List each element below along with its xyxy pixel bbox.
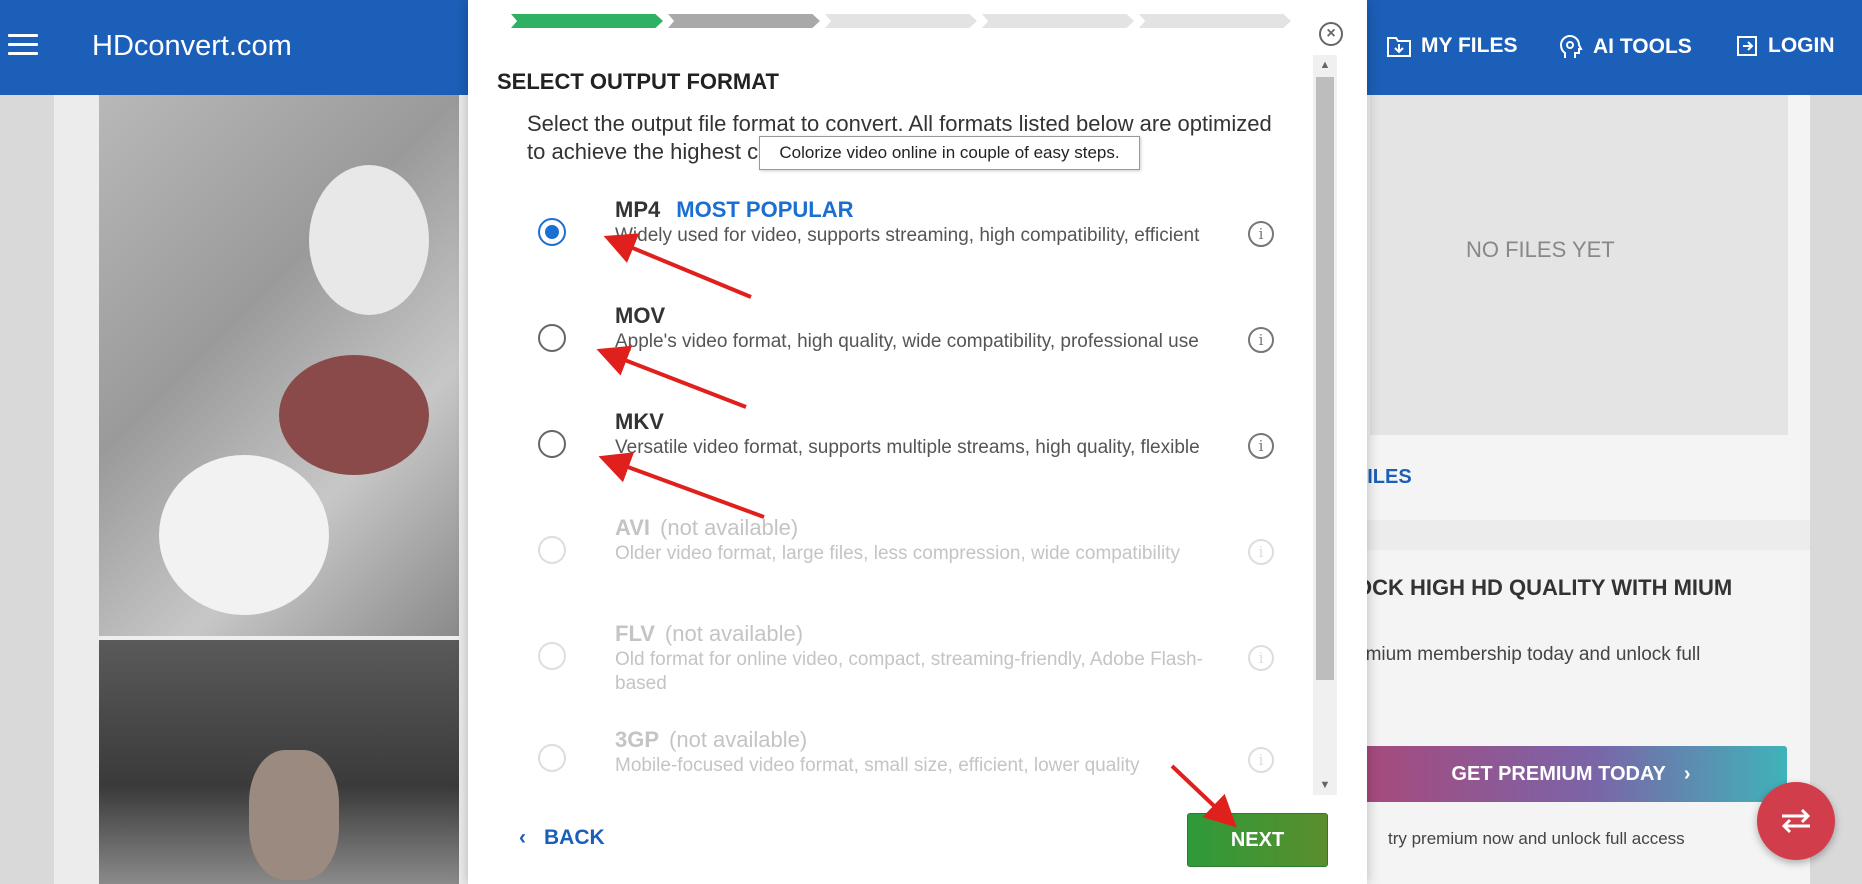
not-available-label: (not available): [664, 621, 804, 646]
progress-step-3: [825, 14, 977, 28]
progress-step-4: [982, 14, 1134, 28]
format-option-3gp: 3GP (not available) Mobile-focused video …: [468, 720, 1308, 810]
format-selection-modal: × SELECT OUTPUT FORMAT Select the output…: [468, 0, 1367, 884]
premium-note: try premium now and unlock full access: [1388, 829, 1685, 848]
nav-my-files-label: MY FILES: [1421, 34, 1518, 57]
progress-step-5: [1139, 14, 1291, 28]
get-premium-button[interactable]: GET PREMIUM TODAY ›: [1355, 746, 1787, 802]
nav-ai-tools-label: AI TOOLS: [1593, 35, 1692, 58]
scroll-down-arrow[interactable]: ▼: [1313, 775, 1337, 795]
info-icon[interactable]: i: [1248, 327, 1274, 353]
info-icon: i: [1248, 539, 1274, 565]
menu-icon[interactable]: [8, 34, 38, 56]
swap-arrows-icon: [1781, 808, 1811, 834]
premium-title: OCK HIGH HD QUALITY WITH MIUM: [1355, 575, 1733, 600]
most-popular-badge: MOST POPULAR: [676, 197, 854, 222]
format-name-mp4: MP4 MOST POPULAR: [615, 197, 854, 222]
no-files-label: NO FILES YET: [1466, 237, 1615, 262]
site-logo[interactable]: HDconvert.com: [92, 30, 292, 63]
format-list-scrollbar[interactable]: ▲ ▼: [1313, 55, 1337, 795]
get-premium-label: GET PREMIUM TODAY: [1451, 762, 1666, 785]
format-option-mkv[interactable]: MKV Versatile video format, supports mul…: [468, 402, 1308, 492]
format-name-mov: MOV: [615, 303, 666, 328]
format-radio-3gp: [538, 744, 566, 772]
format-option-flv: FLV (not available) Old format for online…: [468, 614, 1308, 704]
format-name-3gp: 3GP (not available): [615, 727, 808, 752]
tooltip: Colorize video online in couple of easy …: [759, 136, 1140, 170]
format-radio-mkv[interactable]: [538, 430, 566, 458]
format-radio-mov[interactable]: [538, 324, 566, 352]
not-available-label: (not available): [660, 515, 799, 540]
format-option-mp4[interactable]: MP4 MOST POPULAR Widely used for video, s…: [468, 190, 1308, 280]
format-radio-avi: [538, 536, 566, 564]
folder-download-icon: [1387, 37, 1411, 57]
step-progress: [511, 14, 1296, 28]
format-option-avi: AVI (not available) Older video format, l…: [468, 508, 1308, 598]
video-frame-scene: [99, 640, 459, 884]
back-button[interactable]: ‹ BACK: [519, 826, 605, 850]
format-radio-mp4[interactable]: [538, 218, 566, 246]
nav-login-label: LOGIN: [1768, 34, 1835, 57]
info-icon[interactable]: i: [1248, 221, 1274, 247]
premium-description: emium membership today and unlock full: [1355, 644, 1701, 665]
format-name-mkv: MKV: [615, 409, 664, 434]
files-dropzone: [1370, 95, 1788, 435]
login-icon: [1737, 36, 1757, 56]
close-icon[interactable]: ×: [1319, 22, 1343, 46]
nav-ai-tools[interactable]: AI TOOLS: [1558, 34, 1692, 60]
info-icon: i: [1248, 645, 1274, 671]
info-icon[interactable]: i: [1248, 433, 1274, 459]
format-desc-3gp: Mobile-focused video format, small size,…: [615, 755, 1140, 776]
progress-step-1: [511, 14, 663, 28]
format-desc-mkv: Versatile video format, supports multipl…: [615, 437, 1200, 458]
format-name-avi: AVI (not available): [615, 515, 799, 540]
info-icon: i: [1248, 747, 1274, 773]
ai-brain-icon: [1559, 35, 1583, 58]
format-desc-avi: Older video format, large files, less co…: [615, 543, 1180, 564]
chevron-right-icon: ›: [1683, 762, 1691, 785]
scroll-up-arrow[interactable]: ▲: [1313, 55, 1337, 75]
nav-login[interactable]: LOGIN: [1735, 34, 1835, 58]
format-name-flv: FLV (not available): [615, 621, 804, 646]
convert-fab-button[interactable]: [1757, 782, 1835, 860]
format-desc-mp4: Widely used for video, supports streamin…: [615, 225, 1200, 246]
next-button[interactable]: NEXT: [1187, 813, 1328, 867]
video-frame-cartoon: [99, 95, 459, 636]
progress-step-2: [668, 14, 820, 28]
format-desc-flv: Old format for online video, compact, st…: [615, 649, 1203, 694]
format-option-mov[interactable]: MOV Apple's video format, high quality, …: [468, 296, 1308, 386]
not-available-label: (not available): [669, 727, 808, 752]
chevron-left-icon: ‹: [519, 826, 526, 849]
video-preview[interactable]: [99, 95, 459, 884]
back-label: BACK: [544, 826, 605, 849]
format-desc-mov: Apple's video format, high quality, wide…: [615, 331, 1199, 352]
nav-my-files[interactable]: MY FILES: [1386, 34, 1517, 58]
scrollbar-thumb[interactable]: [1316, 77, 1334, 680]
modal-title: SELECT OUTPUT FORMAT: [497, 69, 779, 94]
format-radio-flv: [538, 642, 566, 670]
